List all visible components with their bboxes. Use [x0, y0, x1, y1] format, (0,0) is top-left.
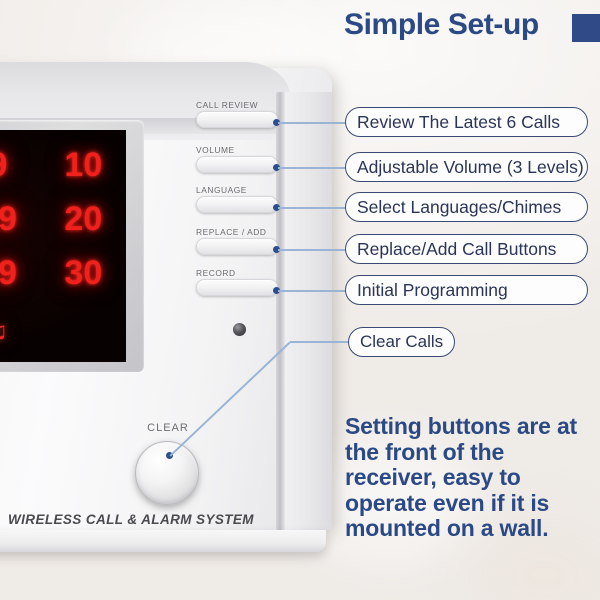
leader-line-call-review — [278, 122, 346, 124]
button-label-record: RECORD — [196, 268, 236, 278]
led-number: 29 — [0, 253, 17, 292]
callout-label: Adjustable Volume (3 Levels) — [357, 156, 584, 177]
callout-label: Clear Calls — [360, 332, 444, 351]
device-brand-text: WIRELESS CALL & ALARM SYSTEM — [8, 512, 254, 527]
button-label-replace-add: REPLACE / ADD — [196, 227, 267, 237]
header-badge — [572, 14, 600, 42]
callout-review-latest-calls[interactable]: Review The Latest 6 Calls — [345, 107, 588, 137]
callout-label: Review The Latest 6 Calls — [357, 111, 560, 132]
call-receiver-device: 8 9 10 18 19 20 28 29 30 ♫ CALL REVIEW V… — [0, 46, 340, 552]
leader-line-replace-add — [278, 249, 346, 251]
callout-replace-add-buttons[interactable]: Replace/Add Call Buttons — [345, 234, 588, 264]
ir-sensor-icon — [233, 323, 246, 336]
setting-button-record[interactable] — [196, 279, 278, 296]
tagline-text: Setting buttons are at the front of the … — [345, 413, 578, 541]
leader-line-clear-calls — [290, 341, 348, 343]
infographic-canvas: Simple Set-up 8 9 10 18 19 20 28 29 30 ♫ — [0, 0, 600, 600]
setting-button-language[interactable] — [196, 196, 278, 213]
button-label-call-review: CALL REVIEW — [196, 100, 259, 110]
button-label-language: LANGUAGE — [196, 185, 247, 195]
callout-label: Select Languages/Chimes — [357, 196, 562, 217]
callout-clear-calls[interactable]: Clear Calls — [348, 327, 456, 357]
led-number: 10 — [64, 145, 103, 184]
callout-label: Replace/Add Call Buttons — [357, 238, 557, 259]
music-note-icon: ♫ — [0, 318, 126, 344]
callout-initial-programming[interactable]: Initial Programming — [345, 275, 588, 305]
clear-knob-button[interactable] — [135, 441, 199, 505]
led-number-grid: 8 9 10 18 19 20 28 29 30 — [0, 138, 126, 300]
device-side-panel — [285, 92, 332, 530]
device-base-stand — [0, 530, 326, 552]
leader-line-language — [278, 207, 346, 209]
setting-button-volume[interactable] — [196, 156, 278, 173]
device-panel-divider — [276, 92, 285, 530]
led-number: 9 — [0, 146, 7, 185]
callout-select-languages[interactable]: Select Languages/Chimes — [345, 192, 588, 222]
page-title: Simple Set-up — [344, 8, 539, 41]
callout-label: Initial Programming — [357, 279, 508, 300]
setting-button-call-review[interactable] — [196, 111, 278, 128]
callout-adjustable-volume[interactable]: Adjustable Volume (3 Levels) — [345, 152, 588, 182]
led-number: 19 — [0, 199, 17, 238]
setting-button-replace-add[interactable] — [196, 238, 278, 255]
led-number: 30 — [64, 253, 103, 292]
led-display: 8 9 10 18 19 20 28 29 30 ♫ — [0, 130, 126, 362]
button-label-volume: VOLUME — [196, 145, 235, 155]
led-number: 20 — [64, 199, 103, 238]
leader-line-record — [278, 290, 346, 292]
clear-knob-label: CLEAR — [147, 422, 189, 434]
leader-line-volume — [278, 167, 346, 169]
